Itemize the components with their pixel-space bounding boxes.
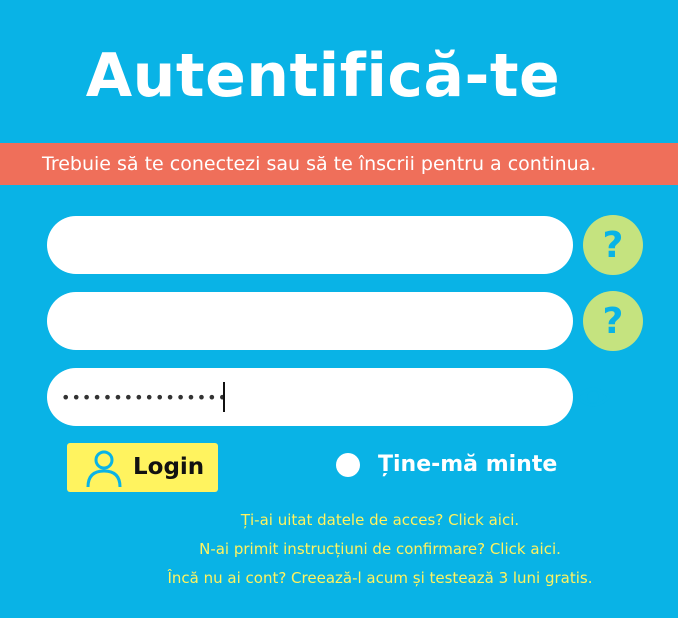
code-input[interactable]: [61, 292, 521, 350]
login-button[interactable]: Login: [67, 443, 218, 492]
code-field[interactable]: [47, 292, 573, 350]
eye-icon[interactable]: [575, 384, 611, 410]
username-field[interactable]: [47, 216, 573, 274]
text-caret: [223, 382, 225, 412]
page-title: Autentifică-te: [85, 41, 561, 111]
remember-me-toggle[interactable]: Ține-mă minte: [336, 445, 576, 485]
svg-text:?: ?: [603, 301, 624, 342]
login-label: Login: [133, 454, 205, 480]
resend-confirmation-link[interactable]: N-ai primit instrucțiuni de confirmare? …: [0, 535, 678, 564]
forgot-credentials-link[interactable]: Ți-ai uitat datele de acces? Click aici.: [0, 506, 678, 535]
notice-bar: Trebuie să te conectezi sau să te înscri…: [0, 143, 678, 185]
username-help-button[interactable]: ?: [583, 215, 643, 275]
remember-me-radio[interactable]: [336, 453, 360, 477]
code-help-button[interactable]: ?: [583, 291, 643, 351]
notice-text: Trebuie să te conectezi sau să te înscri…: [42, 153, 597, 175]
username-input[interactable]: [61, 216, 521, 274]
help-links: Ți-ai uitat datele de acces? Click aici.…: [0, 506, 678, 593]
password-input[interactable]: [61, 368, 521, 426]
password-field[interactable]: [47, 368, 611, 426]
remember-me-label: Ține-mă minte: [378, 452, 558, 477]
user-icon: [86, 450, 122, 488]
question-mark-icon: ?: [603, 225, 624, 266]
create-account-link[interactable]: Încă nu ai cont? Creează-l acum și teste…: [0, 564, 678, 593]
question-mark-icon: ?: [603, 301, 624, 342]
svg-text:?: ?: [603, 225, 624, 266]
